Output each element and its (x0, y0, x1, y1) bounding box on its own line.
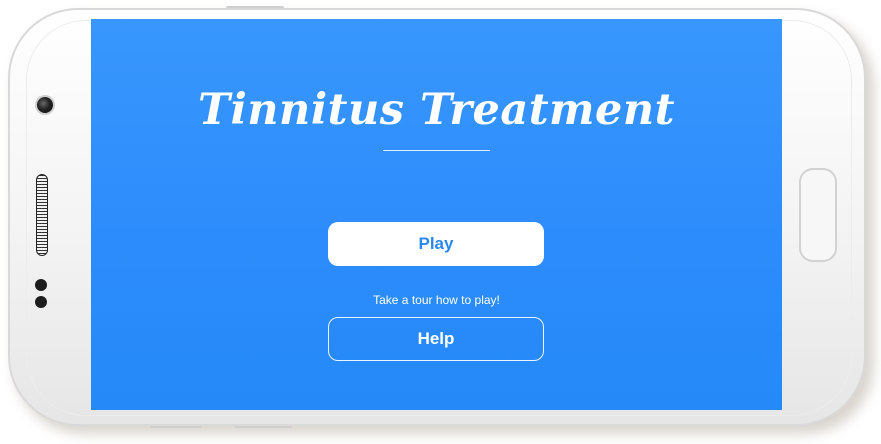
camera-icon (35, 95, 55, 115)
speaker-grille-icon (36, 174, 48, 256)
sensor-dot-top (35, 279, 47, 291)
help-button[interactable]: Help (328, 317, 544, 361)
title-divider (383, 150, 490, 151)
play-button[interactable]: Play (328, 222, 544, 266)
sensor-dot-bottom (35, 296, 47, 308)
home-button[interactable] (799, 168, 837, 262)
tour-hint-text: Take a tour how to play! (373, 293, 500, 307)
app-screen: Tinnitus Treatment Play Take a tour how … (91, 19, 782, 410)
app-title: Tinnitus Treatment (197, 85, 676, 135)
device-mockup: Tinnitus Treatment Play Take a tour how … (0, 0, 881, 444)
